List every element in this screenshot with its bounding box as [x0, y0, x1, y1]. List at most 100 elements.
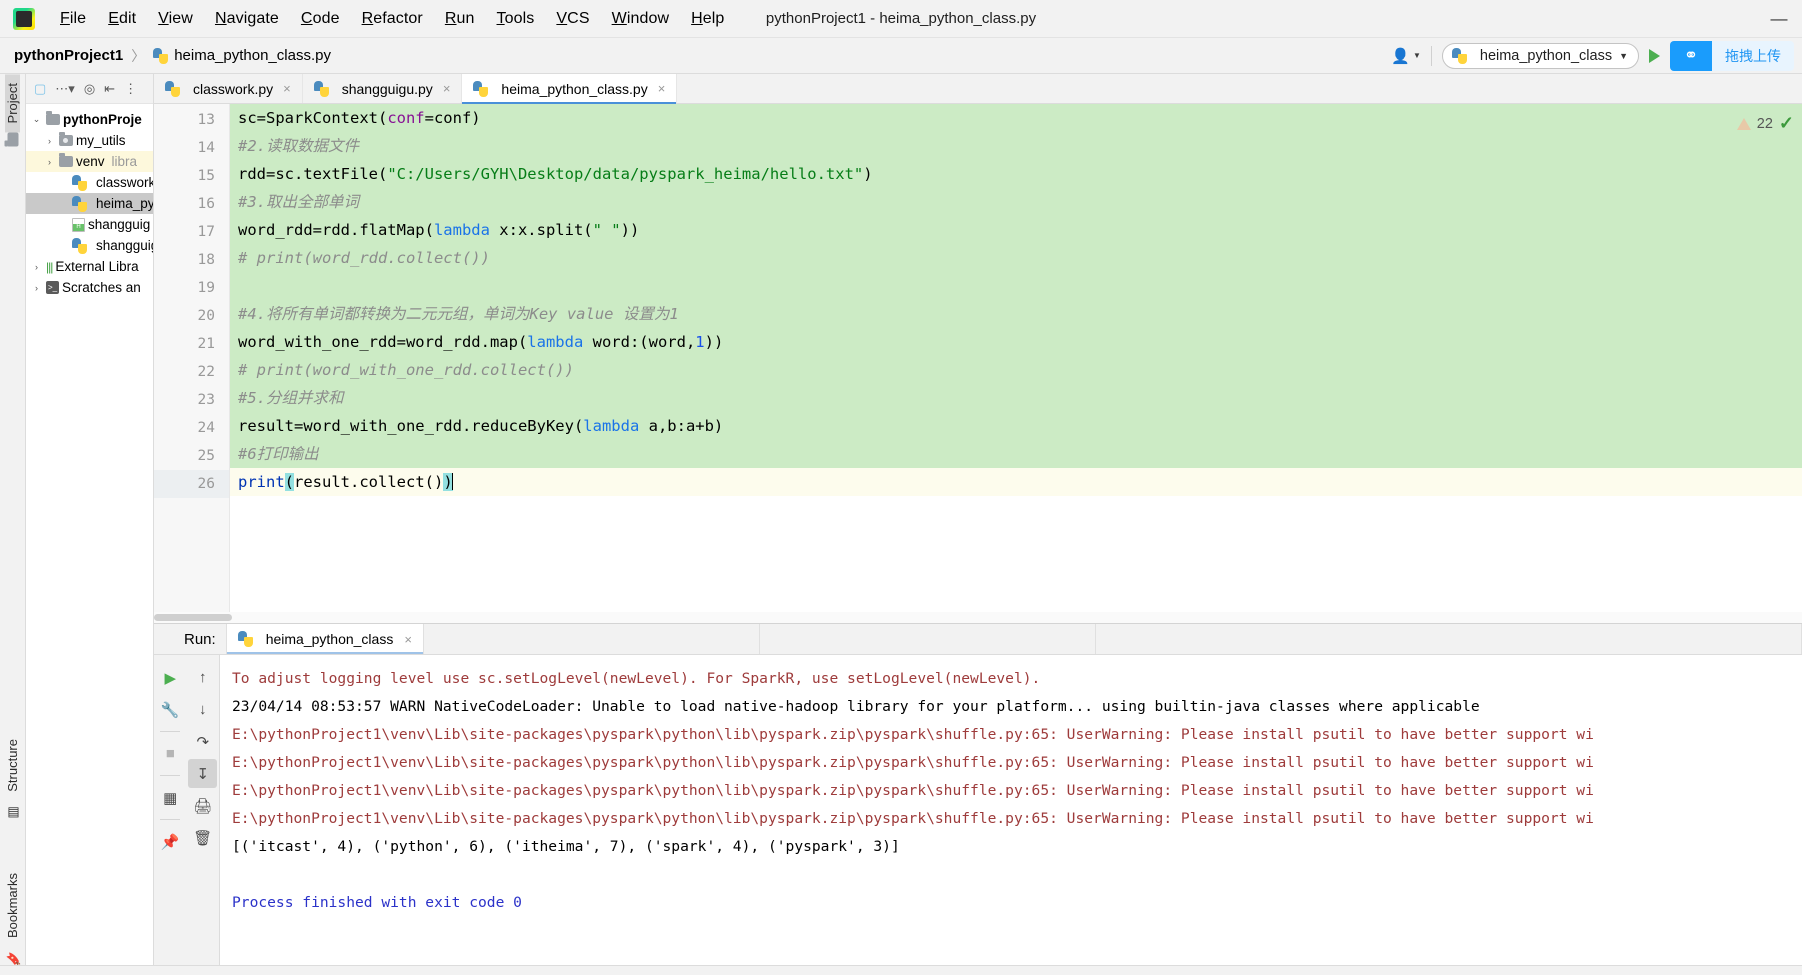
breadcrumb-project[interactable]: pythonProject1	[14, 47, 123, 64]
collapse-all-icon[interactable]: ⇤	[104, 81, 115, 97]
rerun-icon[interactable]: ▶	[156, 663, 185, 692]
line-number[interactable]: 26	[154, 470, 229, 498]
code-line[interactable]: rdd=sc.textFile("C:/Users/GYH\Desktop/da…	[230, 160, 1802, 188]
run-icon[interactable]	[1649, 48, 1660, 63]
line-number[interactable]: 14	[154, 134, 229, 162]
tool-window-structure[interactable]: Structure	[5, 730, 20, 801]
code-line[interactable]: # print(word_rdd.collect())	[230, 244, 1802, 272]
pin-icon[interactable]: 📌	[156, 827, 185, 856]
scroll-up-icon[interactable]: ↑	[188, 663, 217, 692]
menu-item-code[interactable]: Code	[290, 6, 351, 32]
tree-item-shangguig[interactable]: shangguig	[26, 214, 153, 235]
console-line: Process finished with exit code 0	[232, 894, 522, 911]
run-configuration-selector[interactable]: heima_python_class ▼	[1441, 42, 1639, 69]
code-editor[interactable]: sc=SparkContext(conf=conf) #2.读取数据文件 rdd=s…	[230, 104, 1802, 623]
ellipsis-dropdown-icon[interactable]: ⋯▾	[55, 81, 75, 97]
line-number[interactable]: 23	[154, 386, 239, 414]
settings-wrench-icon[interactable]: 🔧	[156, 695, 185, 724]
line-number[interactable]: 19	[154, 274, 229, 302]
minimize-button[interactable]: —	[1756, 0, 1802, 37]
target-locate-icon[interactable]: ◎	[84, 81, 95, 97]
close-icon[interactable]: ×	[283, 81, 291, 96]
menu-item-tools[interactable]: Tools	[486, 6, 546, 32]
folder-icon	[7, 132, 18, 147]
editor-tab-heima_python_class-py[interactable]: heima_python_class.py ×	[462, 74, 678, 104]
soft-wrap-icon[interactable]: ↷	[188, 727, 217, 756]
code-line[interactable]: #6打印输出	[230, 440, 1802, 468]
code-line[interactable]: #3.取出全部单词	[230, 188, 1802, 216]
line-number[interactable]: 15	[154, 162, 229, 190]
code-line[interactable]: #2.读取数据文件	[230, 132, 1802, 160]
code-line[interactable]: result=word_with_one_rdd.reduceByKey(lam…	[230, 412, 1802, 440]
editor-tab-classwork-py[interactable]: classwork.py ×	[154, 74, 303, 103]
code-line[interactable]: word_rdd=rdd.flatMap(lambda x:x.split(" …	[230, 216, 1802, 244]
menu-item-file[interactable]: File	[49, 6, 97, 32]
line-number[interactable]: 22	[154, 358, 239, 386]
people-icon[interactable]: 👤 ▼	[1391, 47, 1421, 65]
code-line[interactable]: # print(word_with_one_rdd.collect())	[230, 356, 1802, 384]
close-icon[interactable]: ×	[443, 81, 451, 96]
close-icon[interactable]: ×	[404, 632, 412, 647]
tree-item-shangguig[interactable]: shangguig	[26, 235, 153, 256]
code-line[interactable]: print(result.collect())	[230, 468, 1802, 496]
tree-item-venv[interactable]: › venv libra	[26, 151, 153, 172]
line-number[interactable]: 13	[154, 106, 229, 134]
tree-item-scratches-an[interactable]: › >_ Scratches an	[26, 277, 153, 298]
window-icon[interactable]: ▢	[34, 81, 46, 97]
tool-window-project[interactable]: Project	[5, 74, 20, 133]
expand-arrow-icon[interactable]: ›	[43, 136, 56, 146]
line-number[interactable]: 18	[154, 246, 239, 274]
line-number-gutter[interactable]: 13 14 15 16 17 18 19 20 21 22 23 24 25 26	[154, 104, 239, 623]
editor-horizontal-scrollbar[interactable]	[154, 612, 1802, 623]
tree-item-classwork[interactable]: classwork	[26, 172, 153, 193]
line-number[interactable]: 25	[154, 442, 229, 470]
editor-tab-shangguigu-py[interactable]: shangguigu.py ×	[303, 74, 463, 103]
menu-item-vcs[interactable]: VCS	[545, 6, 600, 32]
project-toolbar-more-icon[interactable]: ⋮	[124, 81, 137, 97]
line-number[interactable]: 20	[154, 302, 239, 330]
menu-item-navigate[interactable]: Navigate	[204, 6, 290, 32]
menu-item-edit[interactable]: Edit	[97, 6, 147, 32]
tree-item-external-libra[interactable]: › ||| External Libra	[26, 256, 153, 277]
line-number[interactable]: 24	[154, 414, 229, 442]
run-tab[interactable]: heima_python_class ×	[225, 624, 424, 654]
expand-arrow-icon[interactable]: ›	[30, 262, 43, 272]
menu-item-help[interactable]: Help	[680, 6, 735, 32]
baidu-upload-button[interactable]: ⚭ 拖拽上传	[1670, 40, 1794, 71]
line-number[interactable]: 21	[154, 330, 229, 358]
code-token: print	[238, 473, 285, 491]
project-tree[interactable]: ⌄ pythonProje › my_utils › venv libra classwork…	[26, 104, 153, 975]
menu-item-window[interactable]: Window	[601, 6, 681, 32]
menu-item-view[interactable]: View	[147, 6, 204, 32]
expand-arrow-icon[interactable]: ›	[43, 157, 56, 167]
menu-item-run[interactable]: Run	[434, 6, 486, 32]
scrollbar-thumb[interactable]	[154, 614, 232, 621]
stop-icon[interactable]: ■	[156, 739, 185, 768]
expand-arrow-icon[interactable]: ⌄	[30, 114, 43, 125]
external-libraries-icon: |||	[46, 259, 53, 274]
tree-item-label: pythonProje	[63, 112, 142, 127]
code-line[interactable]: word_with_one_rdd=word_rdd.map(lambda wo…	[230, 328, 1802, 356]
expand-arrow-icon[interactable]: ›	[30, 283, 43, 293]
tree-item-heima-py[interactable]: heima_py	[26, 193, 153, 214]
code-line[interactable]: sc=SparkContext(conf=conf)	[230, 104, 1802, 132]
line-number[interactable]: 17	[154, 218, 229, 246]
tree-item-my-utils[interactable]: › my_utils	[26, 130, 153, 151]
inspection-status[interactable]: 22 ✓	[1736, 113, 1794, 134]
code-line[interactable]: #4.将所有单词都转换为二元元组，单词为Key value 设置为1	[230, 300, 1802, 328]
print-icon[interactable]: 🖨	[188, 791, 217, 820]
menu-item-refactor[interactable]: Refactor	[351, 6, 434, 32]
scroll-down-icon[interactable]: ↓	[188, 695, 217, 724]
project-folder-icon	[6, 132, 20, 147]
scroll-to-end-icon[interactable]: ↧	[188, 759, 218, 788]
tree-item-pythonproje[interactable]: ⌄ pythonProje	[26, 109, 153, 130]
breadcrumb-file[interactable]: heima_python_class.py	[153, 47, 331, 64]
close-icon[interactable]: ×	[658, 81, 666, 96]
tool-window-bookmarks[interactable]: Bookmarks	[5, 864, 20, 947]
line-number[interactable]: 16	[154, 190, 229, 218]
layout-icon[interactable]: ▦	[156, 783, 185, 812]
console-output[interactable]: To adjust logging level use sc.setLogLev…	[220, 655, 1802, 975]
code-line[interactable]: #5.分组并求和	[230, 384, 1802, 412]
trash-icon[interactable]: 🗑	[188, 823, 217, 852]
code-line[interactable]	[230, 272, 1802, 300]
